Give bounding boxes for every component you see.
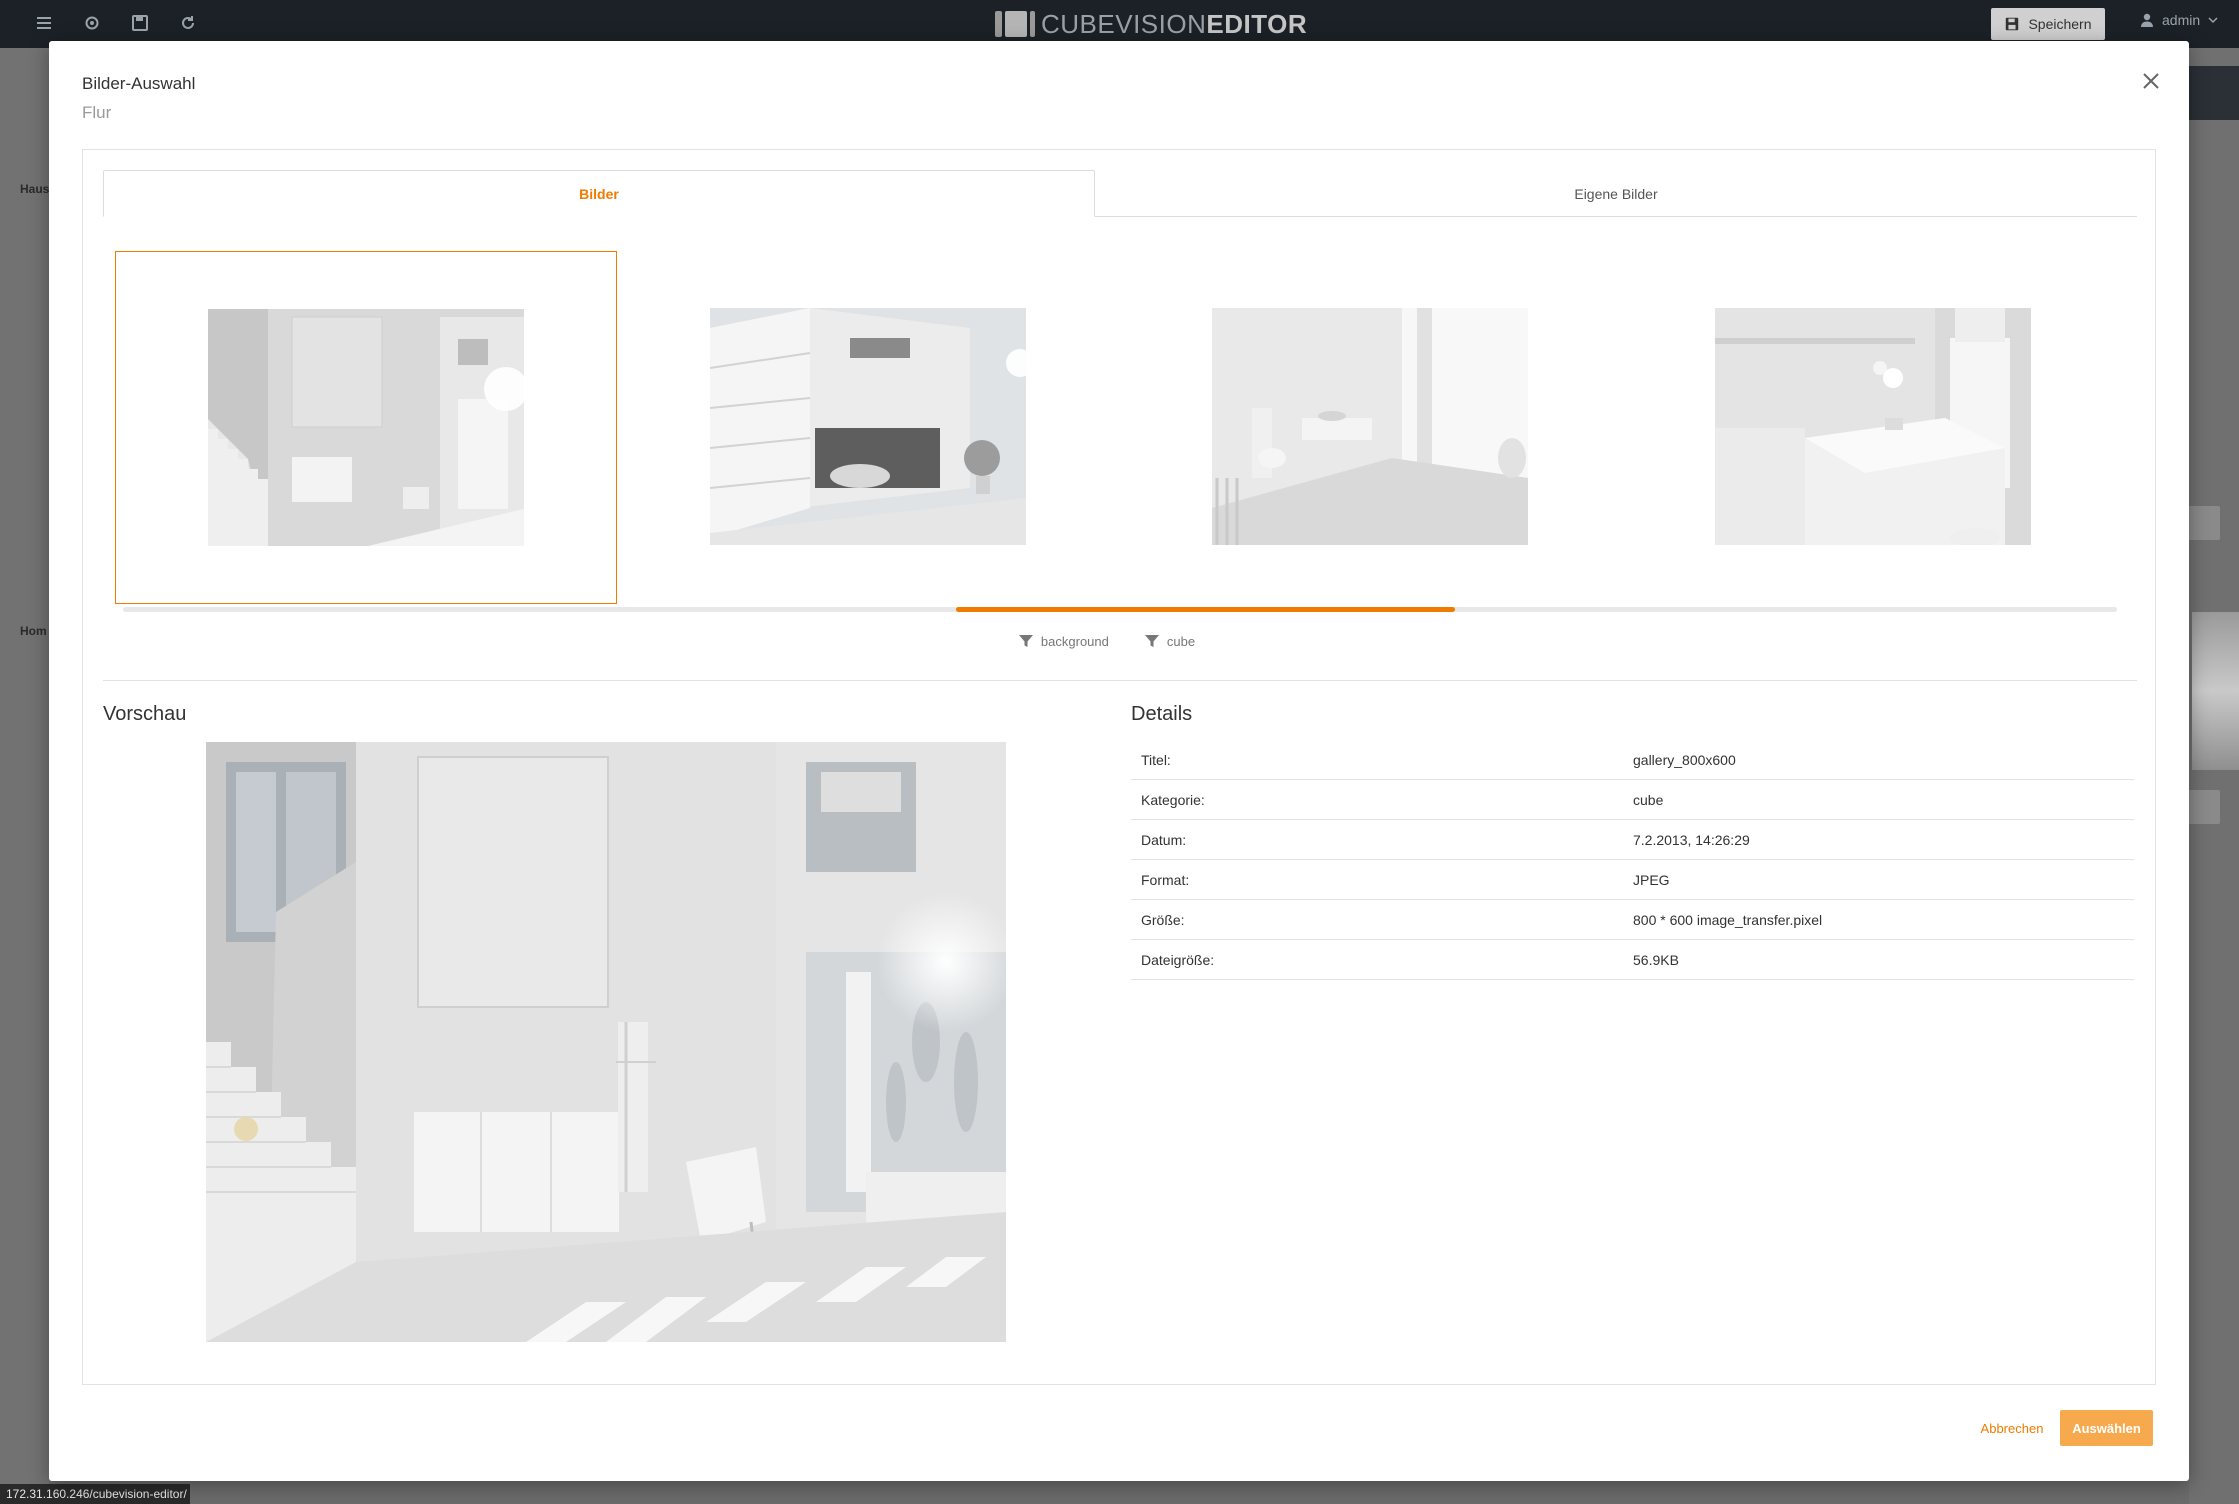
details-label: Dateigröße: (1141, 951, 1215, 968)
dialog-title: Bilder-Auswahl (82, 74, 196, 93)
menu-icon[interactable] (34, 14, 54, 34)
tab-own-images[interactable]: Eigene Bilder (1095, 170, 2137, 217)
background-right-header (2189, 66, 2239, 120)
details-row-date: Datum: 7.2.2013, 14:26:29 (1131, 820, 2134, 860)
details-label: Titel: (1141, 751, 1171, 768)
thumbnail-scrollbar-thumb[interactable] (956, 607, 1455, 612)
preview-image (206, 742, 1006, 1342)
dialog-subtitle: Flur (82, 103, 112, 122)
select-button[interactable]: Auswählen (2060, 1410, 2153, 1446)
filter-icon (1144, 635, 1159, 647)
background-right-image (2192, 612, 2239, 770)
background-sidebar-label-1: Haus (20, 182, 50, 196)
thumbnail-card-kitchen[interactable] (1623, 251, 2125, 604)
details-value: JPEG (1633, 871, 1670, 888)
thumbnail-image (710, 308, 1026, 545)
background-sidebar (0, 48, 49, 1504)
tab-images[interactable]: Bilder (103, 170, 1095, 217)
status-url: 172.31.160.246/cubevision-editor/ (0, 1484, 190, 1504)
filter-tags: background cube (83, 631, 2157, 651)
app-logo: CUBEVISIONEDITOR (995, 9, 1307, 40)
thumbnail-image (1715, 308, 2031, 545)
details-row-size: Größe: 800 * 600 image_transfer.pixel (1131, 900, 2134, 940)
details-table: Titel: gallery_800x600 Kategorie: cube D… (1131, 740, 2134, 980)
thumbnail-card-hallway[interactable] (115, 251, 617, 604)
details-row-format: Format: JPEG (1131, 860, 2134, 900)
background-right-panel (2189, 48, 2239, 1504)
floppy-icon (2006, 17, 2019, 31)
background-sidebar-label-2: Hom (20, 624, 47, 638)
save-button[interactable]: Speichern (1991, 8, 2105, 40)
thumbnail-card-house[interactable] (618, 251, 1120, 604)
details-value: 800 * 600 image_transfer.pixel (1633, 911, 1823, 928)
dialog-panel: Bilder Eigene Bilder background cube Vor… (82, 149, 2156, 1385)
details-value: gallery_800x600 (1633, 751, 1736, 768)
details-value: 7.2.2013, 14:26:29 (1633, 831, 1750, 848)
thumbnail-image (208, 309, 524, 546)
section-divider (103, 680, 2137, 681)
logo-cube-icon (995, 11, 1035, 37)
details-title: Details (1131, 703, 1193, 725)
close-icon[interactable] (2139, 69, 2163, 93)
details-label: Format: (1141, 871, 1190, 888)
user-name: admin (2162, 12, 2201, 28)
details-label: Kategorie: (1141, 791, 1205, 808)
filter-icon (1018, 635, 1033, 647)
details-row-filesize: Dateigröße: 56.9KB (1131, 940, 2134, 980)
save-icon[interactable] (130, 14, 150, 34)
details-value: 56.9KB (1633, 951, 1679, 968)
chevron-down-icon (2208, 17, 2218, 24)
tab-bar: Bilder Eigene Bilder (103, 170, 2137, 217)
details-label: Datum: (1141, 831, 1187, 848)
filter-label: background (1040, 633, 1109, 649)
thumbnail-card-bathroom[interactable] (1120, 251, 1622, 604)
image-selection-dialog: Bilder-Auswahl Flur Bilder Eigene Bilder (49, 41, 2189, 1481)
logo-text-bold: EDITOR (1206, 8, 1308, 39)
filter-label: cube (1166, 633, 1196, 649)
details-row-category: Kategorie: cube (1131, 780, 2134, 820)
logo-text-light: CUBEVISION (1041, 8, 1207, 39)
details-row-title: Titel: gallery_800x600 (1131, 740, 2134, 780)
cancel-button[interactable]: Abbrechen (1967, 1410, 2057, 1446)
thumbnail-image (1212, 308, 1528, 545)
filter-tag-cube[interactable]: cube (1144, 631, 1196, 651)
details-label: Größe: (1141, 911, 1185, 928)
save-button-label: Speichern (2028, 16, 2092, 32)
user-menu[interactable]: admin (2140, 12, 2218, 28)
user-icon (2141, 13, 2153, 27)
filter-tag-background[interactable]: background (1018, 631, 1109, 651)
logo-text: CUBEVISIONEDITOR (1041, 9, 1307, 40)
refresh-icon[interactable] (178, 14, 198, 34)
preview-title: Vorschau (103, 703, 187, 725)
settings-icon[interactable] (82, 14, 102, 34)
details-value: cube (1633, 791, 1664, 808)
